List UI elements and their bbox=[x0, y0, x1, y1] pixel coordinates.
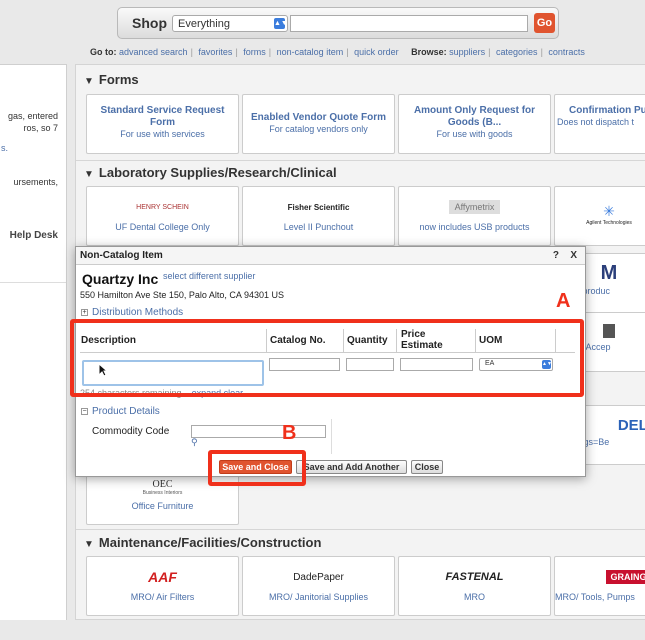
help-icon[interactable]: ? bbox=[553, 250, 559, 261]
card-title: Enabled Vendor Quote Form bbox=[250, 112, 386, 123]
card-caption: Level II Punchout bbox=[283, 222, 354, 232]
left-info-panel: gas, entered ros, so 7 s. ursements, Hel… bbox=[0, 64, 67, 620]
left-divider bbox=[0, 282, 66, 283]
form-card-vendor-quote[interactable]: Enabled Vendor Quote Form For catalog ve… bbox=[242, 94, 395, 154]
card-caption: UF Dental College Only bbox=[115, 222, 210, 232]
affymetrix-logo: Affymetrix bbox=[399, 195, 550, 219]
form-card-confirmation[interactable]: Confirmation Pu Request For Does not dis… bbox=[554, 94, 645, 154]
link-non-catalog-item[interactable]: non-catalog item bbox=[277, 47, 344, 57]
search-input[interactable] bbox=[290, 15, 528, 32]
shop-search-bar: Shop Everything ▲▼ Go bbox=[117, 7, 559, 39]
card-subtitle: Does not dispatch t bbox=[557, 117, 635, 127]
card-subtitle: For catalog vendors only bbox=[269, 124, 368, 134]
card-caption: MRO/ Janitorial Supplies bbox=[268, 592, 369, 602]
agilent-spark-icon: ✳ bbox=[603, 202, 615, 219]
card-caption: Office Furniture bbox=[131, 501, 194, 511]
distribution-methods-toggle[interactable]: + Distribution Methods bbox=[81, 307, 183, 318]
supplier-card-henry-schein[interactable]: HENRY SCHEIN UF Dental College Only bbox=[86, 186, 239, 246]
card-caption: MRO bbox=[464, 592, 485, 602]
dialog-title: Non-Catalog Item bbox=[80, 250, 163, 261]
annotation-box-a bbox=[70, 319, 584, 397]
divider bbox=[331, 419, 332, 454]
link-forms[interactable]: forms bbox=[243, 47, 266, 57]
supplier-card-grainger[interactable]: GRAINGER MRO/ Tools, Pumps bbox=[554, 556, 645, 616]
card-subtitle: For use with goods bbox=[436, 129, 513, 139]
annotation-label-a: A bbox=[556, 290, 571, 312]
card-title: Confirmation Pu Request For bbox=[569, 105, 645, 116]
product-details-toggle[interactable]: − Product Details bbox=[81, 406, 160, 417]
link-favorites[interactable]: favorites bbox=[198, 47, 232, 57]
chevron-down-icon: ▼ bbox=[84, 76, 94, 87]
henry-schein-logo: HENRY SCHEIN bbox=[136, 203, 189, 211]
fisher-scientific-logo: Fisher Scientific bbox=[287, 202, 350, 212]
link-suppliers[interactable]: suppliers bbox=[449, 47, 485, 57]
category-select-value: Everything bbox=[178, 18, 230, 30]
supplier-card-dadepaper[interactable]: DadePaper MRO/ Janitorial Supplies bbox=[242, 556, 395, 616]
card-caption: MRO/ Air Filters bbox=[130, 592, 195, 602]
select-different-supplier-link[interactable]: select different supplier bbox=[163, 271, 255, 281]
grainger-logo: GRAINGER bbox=[555, 565, 645, 589]
supplier-name: Quartzy Inc bbox=[82, 271, 159, 287]
supplier-card-agilent[interactable]: ✳ Agilent Technologies bbox=[554, 186, 645, 246]
card-caption: now includes USB products bbox=[419, 222, 530, 232]
search-icon[interactable]: ⚲ bbox=[191, 437, 198, 448]
link-advanced-search[interactable]: advanced search bbox=[119, 47, 188, 57]
left-text-1: gas, entered bbox=[7, 111, 58, 121]
supplier-card-fastenal[interactable]: FASTENAL MRO bbox=[398, 556, 551, 616]
link-contracts[interactable]: contracts bbox=[548, 47, 585, 57]
left-link[interactable]: s. bbox=[1, 143, 8, 153]
expand-icon: + bbox=[81, 309, 88, 316]
left-text-3: ursements, bbox=[13, 177, 58, 187]
forms-section-title[interactable]: ▼ Forms bbox=[84, 72, 139, 87]
left-text-2: ros, so 7 bbox=[23, 123, 58, 133]
commodity-code-label: Commodity Code bbox=[92, 426, 170, 437]
save-and-add-another-button[interactable]: Save and Add Another bbox=[296, 460, 407, 474]
select-arrow-icon: ▲▼ bbox=[274, 18, 288, 29]
browse-label: Browse: bbox=[411, 47, 447, 57]
shop-label: Shop bbox=[132, 15, 167, 31]
chevron-down-icon: ▼ bbox=[84, 169, 94, 180]
supplier-address: 550 Hamilton Ave Ste 150, Palo Alto, CA … bbox=[80, 290, 284, 300]
link-quick-order[interactable]: quick order bbox=[354, 47, 399, 57]
commodity-code-input[interactable] bbox=[191, 425, 326, 438]
category-select[interactable]: Everything ▲▼ bbox=[172, 15, 288, 32]
agilent-logo: ✳ Agilent Technologies bbox=[586, 202, 632, 226]
close-button[interactable]: Close bbox=[411, 460, 443, 474]
section-divider bbox=[76, 529, 645, 530]
dialog-header: Non-Catalog Item ? X bbox=[76, 247, 585, 265]
maint-section-title[interactable]: ▼ Maintenance/Facilities/Construction bbox=[84, 535, 321, 550]
go-button[interactable]: Go bbox=[534, 13, 555, 33]
supplier-card-affymetrix[interactable]: Affymetrix now includes USB products bbox=[398, 186, 551, 246]
form-card-standard-service[interactable]: Standard Service Request Form For use wi… bbox=[86, 94, 239, 154]
section-divider bbox=[76, 160, 645, 161]
close-icon[interactable]: X bbox=[570, 250, 577, 261]
aaf-logo: AAF bbox=[148, 569, 177, 585]
card-subtitle: For use with services bbox=[120, 129, 205, 139]
collapse-icon: − bbox=[81, 408, 88, 415]
dadepaper-logo: DadePaper bbox=[293, 571, 344, 583]
supplier-card-fisher[interactable]: Fisher Scientific Level II Punchout bbox=[242, 186, 395, 246]
link-categories[interactable]: categories bbox=[496, 47, 538, 57]
chevron-down-icon: ▼ bbox=[84, 539, 94, 550]
goto-label: Go to: bbox=[90, 47, 117, 57]
lab-section-title[interactable]: ▼ Laboratory Supplies/Research/Clinical bbox=[84, 165, 337, 180]
annotation-box-b bbox=[208, 450, 306, 486]
card-caption: MRO/ Tools, Pumps bbox=[555, 592, 635, 602]
fastenal-logo: FASTENAL bbox=[445, 571, 504, 583]
supplier-card-aaf[interactable]: AAF MRO/ Air Filters bbox=[86, 556, 239, 616]
card-title: Standard Service Request Form bbox=[100, 105, 225, 128]
annotation-label-b: B bbox=[282, 422, 297, 444]
form-card-amount-only[interactable]: Amount Only Request for Goods (B... For … bbox=[398, 94, 551, 154]
card-title: Amount Only Request for Goods (B... bbox=[413, 105, 536, 128]
nav-links: Go to: advanced search | favorites | forms… bbox=[90, 47, 585, 57]
help-desk-label: Help Desk bbox=[9, 230, 58, 241]
